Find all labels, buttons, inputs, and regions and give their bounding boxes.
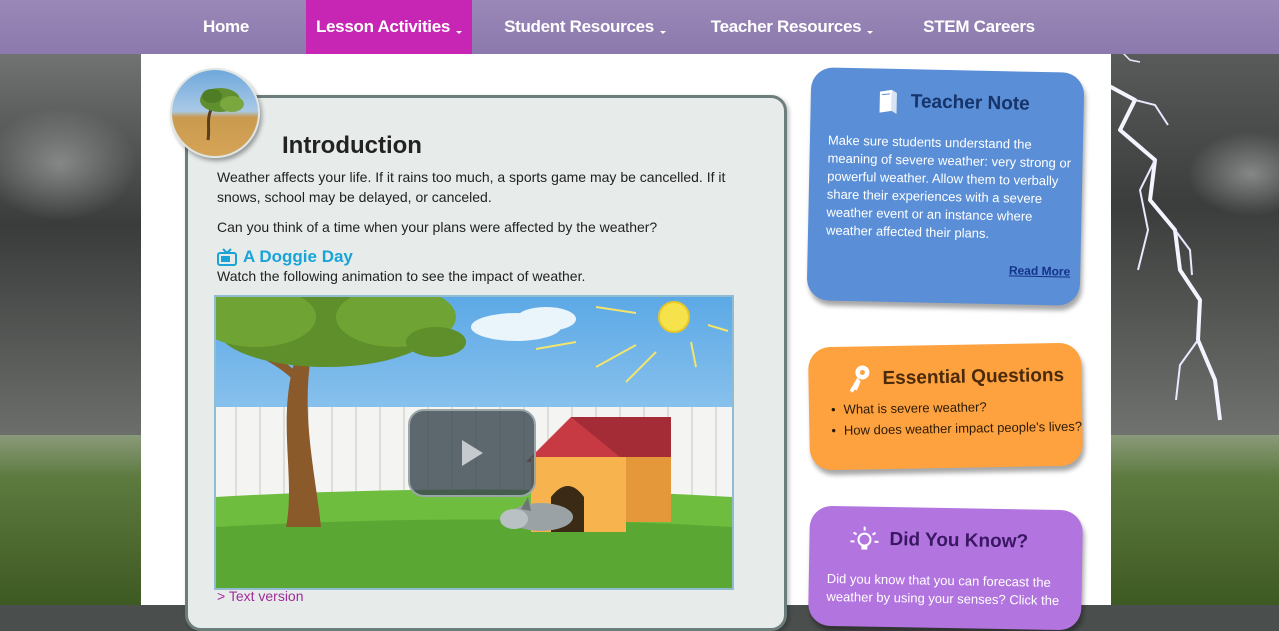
nav-teacher-resources-label: Teacher Resources: [711, 17, 862, 37]
did-you-know-body: Did you know that you can forecast the w…: [826, 570, 1072, 610]
list-item: How does weather impact people's lives?: [831, 416, 1082, 441]
video-intro-text: Watch the following animation to see the…: [217, 268, 585, 284]
teacher-note-header: Teacher Note: [876, 89, 1029, 118]
key-icon: [846, 364, 873, 394]
essential-questions-title: Essential Questions: [882, 365, 1064, 390]
nav-student-resources-label: Student Resources: [504, 17, 654, 37]
did-you-know-header: Did You Know?: [849, 524, 1028, 557]
play-button[interactable]: [408, 409, 536, 497]
video-heading-label: A Doggie Day: [243, 247, 353, 267]
teacher-note-card: Teacher Note Make sure students understa…: [807, 67, 1085, 306]
did-you-know-title: Did You Know?: [889, 529, 1028, 553]
intro-paragraph-2: Can you think of a time when your plans …: [217, 217, 757, 237]
did-you-know-card: Did You Know? Did you know that you can …: [808, 506, 1083, 631]
nav-stem-careers[interactable]: STEM Careers: [912, 0, 1046, 54]
play-icon: [459, 438, 485, 468]
essential-questions-header: Essential Questions: [846, 361, 1064, 395]
text-version-link[interactable]: > Text version: [217, 588, 304, 604]
nav-student-resources[interactable]: Student Resources: [500, 0, 670, 54]
top-nav: Home Lesson Activities Student Resources…: [0, 0, 1279, 54]
nav-lesson-activities[interactable]: Lesson Activities: [306, 0, 472, 54]
tree-icon: [172, 70, 258, 156]
nav-stem-careers-label: STEM Careers: [923, 17, 1035, 37]
chevron-down-icon: [660, 31, 666, 34]
essential-questions-list: What is severe weather? How does weather…: [831, 395, 1082, 441]
chevron-down-icon: [867, 31, 873, 34]
nav-teacher-resources[interactable]: Teacher Resources: [707, 0, 877, 54]
video-heading-link[interactable]: A Doggie Day: [217, 247, 353, 267]
grass-field-right: [1111, 435, 1279, 605]
teacher-note-title: Teacher Note: [911, 91, 1030, 115]
nav-home-label: Home: [203, 17, 249, 37]
tv-icon: [217, 248, 237, 266]
book-icon: [876, 89, 901, 115]
teacher-note-body: Make sure students understand the meanin…: [826, 132, 1078, 245]
storm-sky-left: [0, 54, 141, 435]
page-title: Introduction: [282, 132, 422, 160]
intro-paragraph-1: Weather affects your life. If it rains t…: [217, 167, 757, 207]
chevron-down-icon: [456, 31, 462, 34]
nav-home[interactable]: Home: [185, 0, 267, 54]
doggie-day-video[interactable]: [214, 295, 734, 590]
essential-questions-card: Essential Questions What is severe weath…: [808, 343, 1083, 471]
read-more-link[interactable]: Read More: [1009, 263, 1071, 278]
grass-field-left: [0, 435, 141, 605]
lightbulb-icon: [849, 524, 880, 555]
windy-tree-thumbnail: [170, 68, 260, 158]
nav-lesson-activities-label: Lesson Activities: [316, 17, 450, 37]
